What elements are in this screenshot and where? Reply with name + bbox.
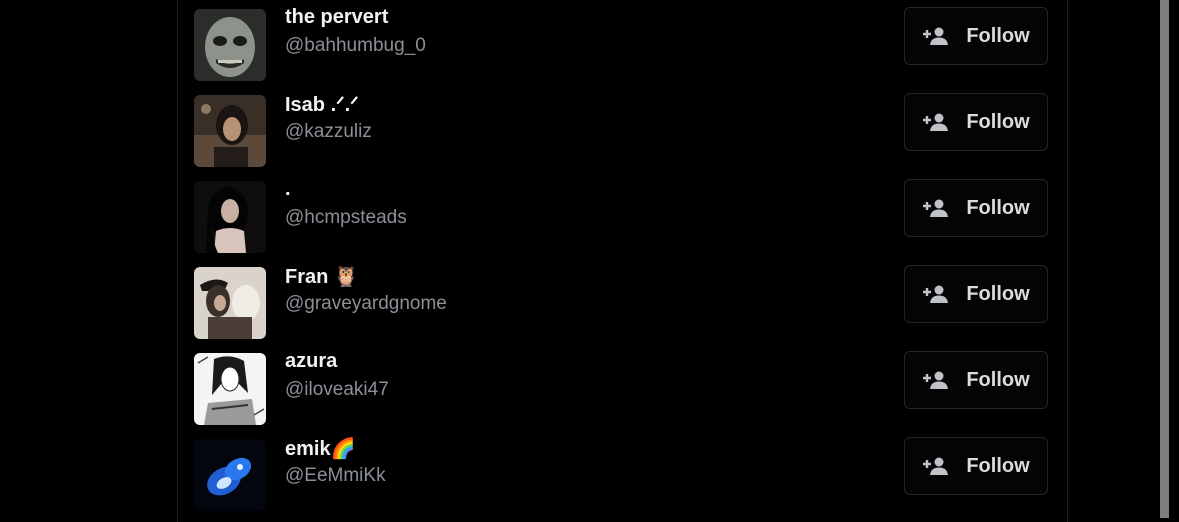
follow-label: Follow — [966, 454, 1030, 477]
follow-label: Follow — [966, 282, 1030, 305]
follow-label: Follow — [966, 196, 1030, 219]
display-name[interactable]: the pervert — [285, 6, 388, 29]
display-name[interactable]: . — [285, 178, 291, 201]
display-name[interactable]: emik🌈 — [285, 436, 356, 461]
person-plus-icon — [922, 456, 949, 476]
two-figures-avatar[interactable] — [194, 267, 266, 339]
user-row[interactable]: Isab .ᐟ.ᐟ @kazzuliz Follow — [178, 92, 1066, 172]
girl-photo-avatar[interactable] — [194, 95, 266, 167]
follow-button[interactable]: Follow — [904, 7, 1048, 65]
follow-button[interactable]: Follow — [904, 351, 1048, 409]
follow-label: Follow — [966, 368, 1030, 391]
user-row[interactable]: Fran 🦉 @graveyardgnome Follow — [178, 264, 1066, 344]
follow-label: Follow — [966, 24, 1030, 47]
pale-face-avatar[interactable] — [194, 9, 266, 81]
manga-avatar[interactable] — [194, 353, 266, 425]
user-handle[interactable]: @hcmpsteads — [285, 207, 407, 229]
follow-button[interactable]: Follow — [904, 265, 1048, 323]
blue-butterfly-avatar[interactable] — [194, 439, 266, 511]
user-row[interactable]: . @hcmpsteads Follow — [178, 178, 1066, 258]
follow-button[interactable]: Follow — [904, 93, 1048, 151]
follow-button[interactable]: Follow — [904, 437, 1048, 495]
person-plus-icon — [922, 26, 949, 46]
user-handle[interactable]: @graveyardgnome — [285, 293, 447, 315]
display-name[interactable]: Isab .ᐟ.ᐟ — [285, 92, 359, 117]
user-handle[interactable]: @kazzuliz — [285, 121, 372, 143]
display-name[interactable]: Fran 🦉 — [285, 264, 359, 289]
user-row[interactable]: emik🌈 @EeMmiKk Follow — [178, 436, 1066, 516]
person-plus-icon — [922, 284, 949, 304]
dark-hair-girl-avatar[interactable] — [194, 181, 266, 253]
person-plus-icon — [922, 370, 949, 390]
person-plus-icon — [922, 198, 949, 218]
user-handle[interactable]: @iloveaki47 — [285, 379, 389, 401]
person-plus-icon — [922, 112, 949, 132]
user-handle[interactable]: @bahhumbug_0 — [285, 35, 426, 57]
user-row[interactable]: azura @iloveaki47 Follow — [178, 350, 1066, 430]
scrollbar[interactable] — [1160, 0, 1169, 518]
display-name[interactable]: azura — [285, 350, 337, 373]
user-handle[interactable]: @EeMmiKk — [285, 465, 386, 487]
follow-button[interactable]: Follow — [904, 179, 1048, 237]
follow-label: Follow — [966, 110, 1030, 133]
user-row[interactable]: the pervert @bahhumbug_0 Follow — [178, 6, 1066, 86]
